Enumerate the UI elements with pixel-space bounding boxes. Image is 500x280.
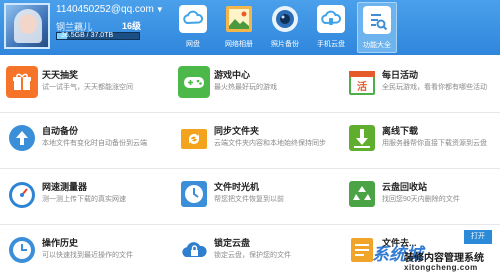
feature-title: 每日活动 [382, 70, 419, 80]
camera-icon [269, 3, 301, 35]
nav-all-features[interactable]: 功能大全 [357, 2, 397, 53]
account-id: 1140450252@qq.com [56, 4, 154, 15]
feature-title: 锁定云盘 [214, 238, 251, 248]
watermark-url: xitongcheng.com [404, 263, 478, 272]
nav-photo-album[interactable]: 网络相册 [219, 2, 259, 53]
speedometer-icon [6, 178, 38, 210]
feature-recycle-bin[interactable]: 云盘回收站 找回您90天内删除的文件 [340, 168, 500, 224]
avatar[interactable] [4, 3, 50, 49]
history-icon [6, 234, 38, 266]
nav-label: 网盘 [186, 41, 200, 48]
nav-label: 网络相册 [225, 41, 253, 48]
feature-title: 云盘回收站 [382, 182, 428, 192]
feature-title: 游戏中心 [214, 70, 251, 80]
download-icon [346, 122, 378, 154]
nav-label: 照片备份 [271, 41, 299, 48]
clock-icon [178, 178, 210, 210]
nav-label: 手机云盘 [317, 41, 345, 48]
watermark-text: 装修内容管理系统 [404, 253, 484, 264]
nav-mobile-cloud[interactable]: 手机云盘 [311, 2, 351, 53]
sync-icon [178, 122, 210, 154]
account-menu[interactable]: 1140450252@qq.com ▼ [56, 4, 164, 15]
feature-lottery[interactable]: 天天抽奖 试一试手气，天天都能涨空间 [0, 56, 166, 112]
feature-sync-folder[interactable]: 同步文件夹 云端文件夹内容和本地始终保持同步 [172, 112, 338, 168]
feature-desc: 试一试手气，天天都能涨空间 [42, 84, 133, 91]
feature-time-machine[interactable]: 文件时光机 帮您把文件恢复到以前 [172, 168, 338, 224]
feature-desc: 锁定云盘，保护您的文件 [214, 252, 291, 259]
gamepad-icon [178, 66, 210, 98]
feature-title: 离线下载 [382, 126, 419, 136]
feature-desc: 本地文件有变化时自动备份到云端 [42, 140, 147, 147]
phone-cloud-icon [315, 3, 347, 35]
feature-daily-event[interactable]: 活 每日活动 全民玩游戏，看看你都有哪些活动 [340, 56, 500, 112]
calendar-icon: 活 [346, 66, 378, 98]
nav-label: 功能大全 [363, 42, 391, 49]
feature-lock-cloud[interactable]: 锁定云盘 锁定云盘，保护您的文件 [172, 224, 338, 280]
feature-desc: 找回您90天内删除的文件 [382, 196, 460, 203]
feature-auto-backup[interactable]: 自动备份 本地文件有变化时自动备份到云端 [0, 112, 166, 168]
feature-desc: 可以快速找到最近操作的文件 [42, 252, 133, 259]
feature-title: 同步文件夹 [214, 126, 260, 136]
feature-desc: 全民玩游戏，看看你都有哪些活动 [382, 84, 487, 91]
recycle-icon [346, 178, 378, 210]
chevron-down-icon: ▼ [155, 5, 164, 14]
storage-quota-bar: 36.5GB / 37.0TB [56, 32, 140, 40]
feature-desc: 测一测上传下载的真实网速 [42, 196, 126, 203]
feature-desc: 最火热最好玩的游戏 [214, 84, 277, 91]
cloud-icon [177, 3, 209, 35]
nav-photo-backup[interactable]: 照片备份 [265, 2, 305, 53]
feature-offline-download[interactable]: 离线下载 用服务器帮你直接下载资源到云盘 [340, 112, 500, 168]
upload-icon [6, 122, 38, 154]
lock-cloud-icon [178, 234, 210, 266]
feature-operation-history[interactable]: 操作历史 可以快速找到最近操作的文件 [0, 224, 166, 280]
photo-album-icon [223, 3, 255, 35]
feature-grid: 天天抽奖 试一试手气，天天都能涨空间 游戏中心 最火热最好玩的游戏 活 每日活动… [0, 56, 500, 280]
nav-cloud-disk[interactable]: 网盘 [173, 2, 213, 53]
feature-desc: 用服务器帮你直接下载资源到云盘 [382, 140, 487, 147]
storage-quota-text: 36.5GB / 37.0TB [61, 32, 114, 39]
gift-icon [6, 66, 38, 98]
feature-title: 文件时光机 [214, 182, 260, 192]
feature-title: 天天抽奖 [42, 70, 79, 80]
feature-title: 自动备份 [42, 126, 79, 136]
feature-speed-test[interactable]: 网速测量器 测一测上传下载的真实网速 [0, 168, 166, 224]
svg-text:活: 活 [357, 80, 367, 93]
feature-desc: 云端文件夹内容和本地始终保持同步 [214, 140, 326, 147]
header-bar: 1140450252@qq.com ▼ 钢兰藕儿 16级 36.5GB / 37.… [0, 0, 500, 55]
feature-title: 网速测量器 [42, 182, 88, 192]
level-badge: 16级 [122, 21, 142, 31]
feature-game-center[interactable]: 游戏中心 最火热最好玩的游戏 [172, 56, 338, 112]
feature-desc: 帮您把文件恢复到以前 [214, 196, 284, 203]
feature-title: 操作历史 [42, 238, 79, 248]
features-icon [361, 4, 393, 36]
open-button[interactable]: 打开 [464, 230, 492, 244]
